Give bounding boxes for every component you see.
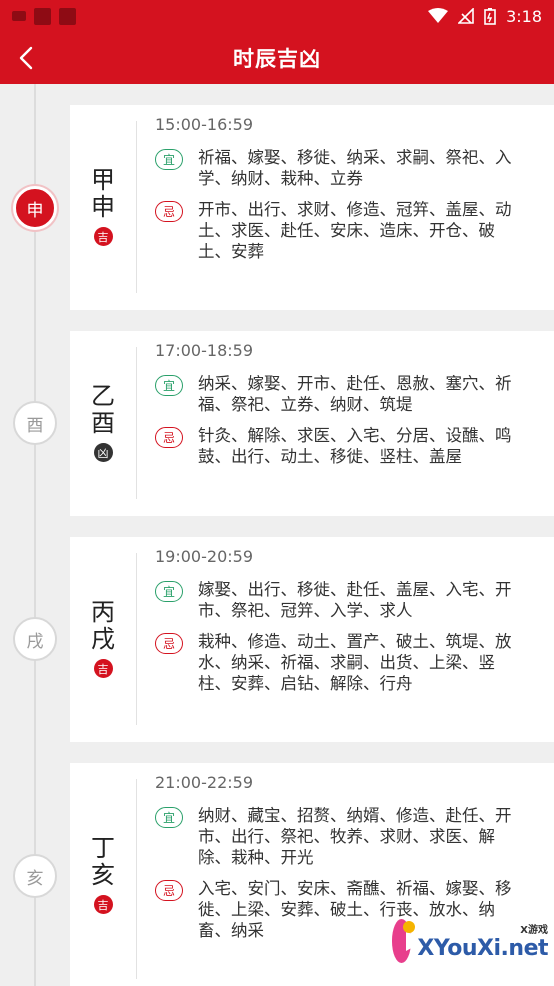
branch-marker[interactable]: 戌 bbox=[13, 617, 57, 661]
time-range: 19:00-20:59 bbox=[155, 547, 253, 566]
yi-line: 市、出行、祭祀、牧养、求财、求医、解 bbox=[198, 827, 495, 846]
time-range: 21:00-22:59 bbox=[155, 773, 253, 792]
wifi-icon bbox=[428, 8, 449, 23]
yi-line: 福、祭祀、立券、纳财、筑堤 bbox=[198, 395, 413, 414]
watermark-text: X游戏 XYouXi.net bbox=[417, 921, 548, 961]
branch-label: 申 bbox=[26, 200, 44, 221]
yi-list: 纳采、嫁娶、开市、赴任、恩赦、塞穴、祈 福、祭祀、立券、纳财、筑堤 bbox=[198, 373, 512, 415]
app-square-icon bbox=[59, 7, 76, 25]
watermark-sub: X游戏 bbox=[520, 925, 548, 936]
ji-list: 开市、出行、求财、修造、冠笄、盖屋、动 土、求医、赴任、安床、造床、开仓、破 土… bbox=[198, 199, 512, 262]
yi-line: 祈福、嫁娶、移徙、纳采、求嗣、祭祀、入 bbox=[198, 148, 512, 167]
ji-line: 土、安葬 bbox=[198, 242, 264, 261]
yi-tag: 宜 bbox=[155, 581, 183, 602]
period-info: 15:00-16:59 宜 祈福、嫁娶、移徙、纳采、求嗣、祭祀、入 学、纳财、栽… bbox=[155, 105, 538, 262]
yi-line: 纳采、嫁娶、开市、赴任、恩赦、塞穴、祈 bbox=[198, 374, 512, 393]
back-button[interactable] bbox=[4, 32, 48, 84]
no-signal-icon bbox=[458, 8, 474, 24]
ji-line: 水、纳采、祈福、求嗣、出货、上梁、竖 bbox=[198, 653, 495, 672]
status-time: 3:18 bbox=[506, 6, 542, 26]
ganzhi-char-1: 丁 bbox=[91, 834, 115, 862]
branch-label: 戌 bbox=[26, 631, 44, 652]
yi-tag: 宜 bbox=[155, 807, 183, 828]
game-controller-icon bbox=[392, 919, 425, 963]
period-card[interactable]: 甲 申 吉 15:00-16:59 宜 祈福、嫁娶、移徙、纳采、求嗣、祭祀、入 … bbox=[70, 105, 554, 310]
ganzhi-char-2: 亥 bbox=[91, 861, 115, 889]
ji-line: 土、求医、赴任、安床、造床、开仓、破 bbox=[198, 221, 495, 240]
ji-tag: 忌 bbox=[155, 633, 183, 654]
notification-square-icon bbox=[12, 11, 26, 21]
ganzhi-char-1: 丙 bbox=[91, 598, 115, 626]
yi-line: 学、纳财、栽种、立券 bbox=[198, 169, 363, 188]
ji-row: 忌 栽种、修造、动土、置产、破土、筑堤、放 水、纳采、祈福、求嗣、出货、上梁、竖… bbox=[155, 631, 538, 694]
ji-tag: 忌 bbox=[155, 201, 183, 222]
yi-tag: 宜 bbox=[155, 149, 183, 170]
ganzhi-char-1: 甲 bbox=[91, 166, 115, 194]
status-notifications bbox=[12, 7, 76, 25]
ji-tag: 忌 bbox=[155, 427, 183, 448]
fortune-badge: 凶 bbox=[93, 443, 113, 462]
period-card[interactable]: 丙 戌 吉 19:00-20:59 宜 嫁娶、出行、移徙、赴任、盖屋、入宅、开 … bbox=[70, 537, 554, 742]
yi-list: 祈福、嫁娶、移徙、纳采、求嗣、祭祀、入 学、纳财、栽种、立券 bbox=[198, 147, 512, 189]
watermark-main: XYouXi.net bbox=[417, 936, 548, 961]
ganzhi-char-1: 乙 bbox=[91, 382, 115, 410]
battery-icon bbox=[484, 8, 496, 25]
yi-row: 宜 纳采、嫁娶、开市、赴任、恩赦、塞穴、祈 福、祭祀、立券、纳财、筑堤 bbox=[155, 373, 538, 415]
ji-tag: 忌 bbox=[155, 880, 183, 901]
app-header: 时辰吉凶 bbox=[0, 32, 554, 84]
ganzhi: 乙 酉 凶 bbox=[70, 383, 136, 462]
yi-line: 嫁娶、出行、移徙、赴任、盖屋、入宅、开 bbox=[198, 580, 512, 599]
ji-line: 针灸、解除、求医、入宅、分居、设醮、鸣 bbox=[198, 426, 512, 445]
branch-marker[interactable]: 酉 bbox=[13, 401, 57, 445]
ganzhi-char-2: 戌 bbox=[91, 625, 115, 653]
ganzhi-char-2: 申 bbox=[91, 193, 115, 221]
ji-row: 忌 开市、出行、求财、修造、冠笄、盖屋、动 土、求医、赴任、安床、造床、开仓、破… bbox=[155, 199, 538, 262]
card-divider bbox=[136, 121, 137, 293]
ji-list: 针灸、解除、求医、入宅、分居、设醮、鸣 鼓、出行、动土、移徙、竖柱、盖屋 bbox=[198, 425, 512, 467]
yi-row: 宜 祈福、嫁娶、移徙、纳采、求嗣、祭祀、入 学、纳财、栽种、立券 bbox=[155, 147, 538, 189]
fortune-badge: 吉 bbox=[93, 227, 113, 246]
card-divider bbox=[136, 553, 137, 725]
branch-label: 酉 bbox=[26, 415, 44, 436]
branch-marker[interactable]: 亥 bbox=[13, 854, 57, 898]
ji-list: 栽种、修造、动土、置产、破土、筑堤、放 水、纳采、祈福、求嗣、出货、上梁、竖 柱… bbox=[198, 631, 512, 694]
page-title: 时辰吉凶 bbox=[233, 47, 321, 71]
yi-line: 市、祭祀、冠笄、入学、求人 bbox=[198, 601, 413, 620]
ji-line: 开市、出行、求财、修造、冠笄、盖屋、动 bbox=[198, 200, 512, 219]
period-info: 19:00-20:59 宜 嫁娶、出行、移徙、赴任、盖屋、入宅、开 市、祭祀、冠… bbox=[155, 537, 538, 694]
yi-row: 宜 纳财、藏宝、招赘、纳婿、修造、赴任、开 市、出行、祭祀、牧养、求财、求医、解… bbox=[155, 805, 538, 868]
ji-line: 鼓、出行、动土、移徙、竖柱、盖屋 bbox=[198, 447, 462, 466]
status-indicators: 3:18 bbox=[428, 7, 542, 26]
watermark-logo: X游戏 XYouXi.net bbox=[392, 912, 548, 970]
yi-row: 宜 嫁娶、出行、移徙、赴任、盖屋、入宅、开 市、祭祀、冠笄、入学、求人 bbox=[155, 579, 538, 621]
branch-marker[interactable]: 申 bbox=[13, 186, 57, 230]
ganzhi: 甲 申 吉 bbox=[70, 167, 136, 246]
period-list[interactable]: 申 甲 申 吉 15:00-16:59 宜 祈福、嫁娶、移徙、纳采、求嗣、祭祀、… bbox=[0, 84, 554, 986]
yi-list: 嫁娶、出行、移徙、赴任、盖屋、入宅、开 市、祭祀、冠笄、入学、求人 bbox=[198, 579, 512, 621]
ganzhi: 丁 亥 吉 bbox=[70, 835, 136, 914]
yi-line: 除、栽种、开光 bbox=[198, 848, 314, 867]
fortune-badge: 吉 bbox=[93, 659, 113, 678]
ji-line: 入宅、安门、安床、斋醮、祈福、嫁娶、移 bbox=[198, 879, 512, 898]
ji-line: 栽种、修造、动土、置产、破土、筑堤、放 bbox=[198, 632, 512, 651]
fortune-badge: 吉 bbox=[93, 895, 113, 914]
yi-line: 纳财、藏宝、招赘、纳婿、修造、赴任、开 bbox=[198, 806, 512, 825]
ganzhi: 丙 戌 吉 bbox=[70, 599, 136, 678]
branch-label: 亥 bbox=[26, 868, 44, 889]
time-range: 15:00-16:59 bbox=[155, 115, 253, 134]
period-info: 17:00-18:59 宜 纳采、嫁娶、开市、赴任、恩赦、塞穴、祈 福、祭祀、立… bbox=[155, 331, 538, 467]
card-divider bbox=[136, 347, 137, 499]
app-square-icon bbox=[34, 7, 51, 25]
yi-tag: 宜 bbox=[155, 375, 183, 396]
ganzhi-char-2: 酉 bbox=[91, 409, 115, 437]
time-range: 17:00-18:59 bbox=[155, 341, 253, 360]
status-bar: 3:18 bbox=[0, 0, 554, 32]
card-divider bbox=[136, 779, 137, 979]
chevron-left-icon bbox=[19, 46, 33, 70]
yi-list: 纳财、藏宝、招赘、纳婿、修造、赴任、开 市、出行、祭祀、牧养、求财、求医、解 除… bbox=[198, 805, 512, 868]
ji-row: 忌 针灸、解除、求医、入宅、分居、设醮、鸣 鼓、出行、动土、移徙、竖柱、盖屋 bbox=[155, 425, 538, 467]
period-card[interactable]: 乙 酉 凶 17:00-18:59 宜 纳采、嫁娶、开市、赴任、恩赦、塞穴、祈 … bbox=[70, 331, 554, 516]
ji-line: 柱、安葬、启钻、解除、行舟 bbox=[198, 674, 413, 693]
